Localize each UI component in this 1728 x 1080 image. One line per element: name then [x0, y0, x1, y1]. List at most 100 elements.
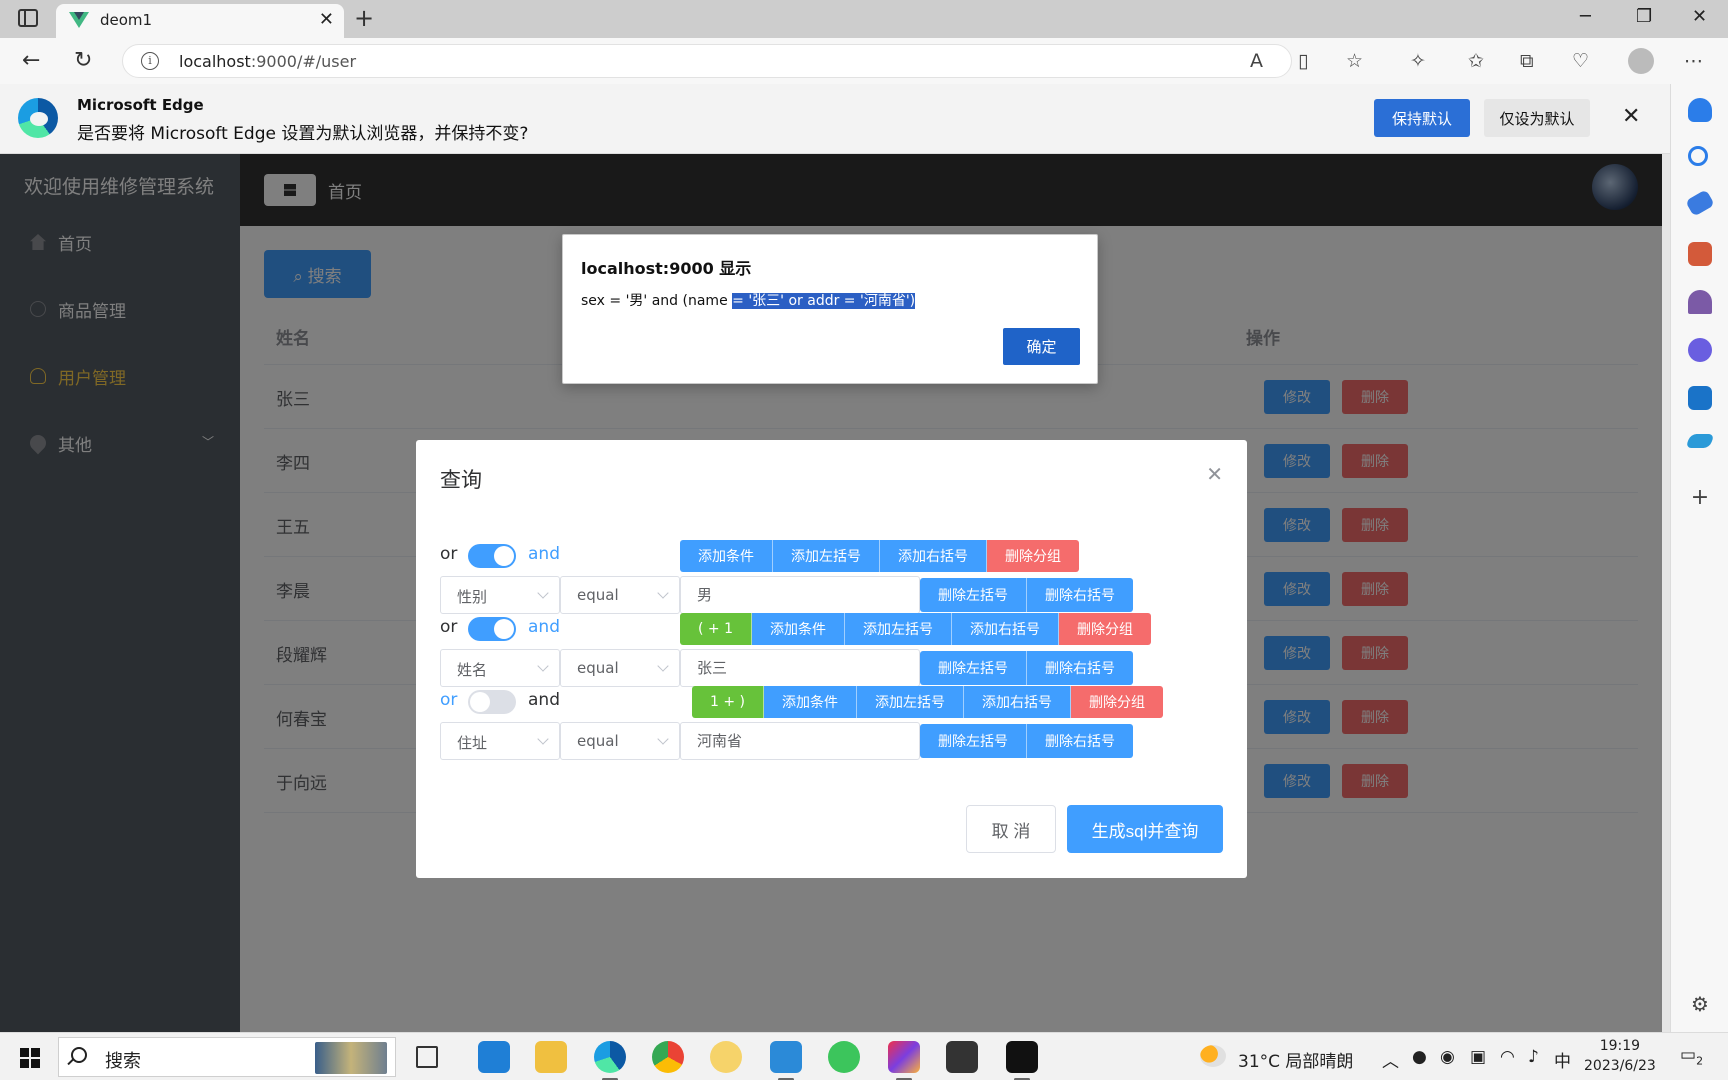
and-or-switch[interactable]: [468, 544, 516, 568]
chevron-down-icon: [657, 733, 669, 745]
operator-select[interactable]: equal: [560, 576, 680, 614]
chevron-up-icon[interactable]: ︿: [1382, 1047, 1399, 1072]
left-paren-tag[interactable]: ( + 1: [680, 613, 752, 645]
minimize-icon[interactable]: ─: [1580, 6, 1591, 27]
app-tray-icon[interactable]: ▣: [1470, 1047, 1486, 1067]
generate-sql-button[interactable]: 生成sql并查询: [1067, 805, 1223, 853]
close-tab-icon[interactable]: ✕: [319, 9, 334, 30]
weather-text[interactable]: 31°C 局部晴朗: [1238, 1047, 1353, 1072]
value-input[interactable]: 男: [680, 576, 920, 614]
back-icon[interactable]: ←: [22, 48, 40, 73]
chevron-down-icon: [537, 733, 549, 745]
profile-avatar-icon[interactable]: [1628, 48, 1654, 74]
search-sidebar-icon[interactable]: [1688, 146, 1708, 166]
send-icon[interactable]: [1685, 434, 1715, 448]
notification-icon[interactable]: ▭2: [1680, 1045, 1703, 1067]
and-label: and: [528, 617, 560, 637]
value-input[interactable]: 河南省: [680, 722, 920, 760]
delete-right-paren-button[interactable]: 删除右括号: [1027, 724, 1133, 758]
field-select[interactable]: 姓名: [440, 649, 560, 687]
new-tab-icon[interactable]: +: [354, 4, 374, 32]
delete-left-paren-button[interactable]: 删除左括号: [920, 578, 1027, 612]
delete-left-paren-button[interactable]: 删除左括号: [920, 651, 1027, 685]
split-screen-icon[interactable]: ▯: [1298, 50, 1308, 72]
and-or-switch[interactable]: [468, 617, 516, 641]
operator-select[interactable]: equal: [560, 722, 680, 760]
field-select[interactable]: 住址: [440, 722, 560, 760]
and-or-switch[interactable]: [468, 690, 516, 714]
dev-tool-app-icon[interactable]: [946, 1041, 978, 1073]
close-window-icon[interactable]: ✕: [1692, 6, 1707, 27]
restore-icon[interactable]: ❐: [1636, 6, 1652, 27]
refresh-icon[interactable]: ↻: [74, 48, 92, 73]
default-browser-banner: Microsoft Edge 是否要将 Microsoft Edge 设置为默认…: [0, 84, 1670, 154]
set-default-only-button[interactable]: 仅设为默认: [1484, 99, 1590, 137]
site-info-icon[interactable]: i: [141, 52, 159, 70]
tab-actions-icon[interactable]: [18, 9, 38, 27]
vscode-app-icon[interactable]: [770, 1041, 802, 1080]
microphone-icon[interactable]: ●: [1412, 1047, 1427, 1067]
group-actions: 1 + ) 添加条件 添加左括号 添加右括号 删除分组: [692, 686, 1163, 718]
taskbar-clock[interactable]: 19:19 2023/6/23: [1584, 1036, 1656, 1076]
delete-left-paren-button[interactable]: 删除左括号: [920, 724, 1027, 758]
keep-default-button[interactable]: 保持默认: [1374, 99, 1470, 137]
terminal-app-icon[interactable]: [1006, 1041, 1038, 1080]
cancel-button[interactable]: 取 消: [966, 805, 1056, 853]
right-paren-tag[interactable]: 1 + ): [692, 686, 764, 718]
value-input[interactable]: 张三: [680, 649, 920, 687]
shopping-tag-icon[interactable]: [1685, 189, 1715, 217]
add-condition-button[interactable]: 添加条件: [680, 540, 773, 572]
tools-briefcase-icon[interactable]: [1688, 242, 1712, 266]
read-aloud-icon[interactable]: A: [1250, 50, 1263, 72]
delete-group-button[interactable]: 删除分组: [987, 540, 1079, 572]
operator-select[interactable]: equal: [560, 649, 680, 687]
mail-app-icon[interactable]: [478, 1041, 510, 1073]
more-options-icon[interactable]: ⋯: [1684, 50, 1703, 72]
file-explorer-icon[interactable]: [535, 1041, 567, 1073]
qq-tray-icon[interactable]: ◉: [1440, 1047, 1455, 1067]
delete-right-paren-button[interactable]: 删除右括号: [1027, 651, 1133, 685]
wechat-app-icon[interactable]: [828, 1041, 860, 1073]
add-condition-button[interactable]: 添加条件: [764, 686, 857, 718]
wifi-icon[interactable]: ◠: [1500, 1047, 1515, 1067]
delete-group-button[interactable]: 删除分组: [1071, 686, 1163, 718]
collections-icon[interactable]: ⧉: [1520, 50, 1534, 72]
add-right-paren-button[interactable]: 添加右括号: [952, 613, 1059, 645]
chrome-app-icon[interactable]: [652, 1041, 684, 1073]
outlook-icon[interactable]: [1688, 386, 1712, 410]
alert-selected-text[interactable]: = '张三' or addr = '河南省'): [732, 293, 916, 309]
edge-app-icon[interactable]: [594, 1041, 626, 1080]
favorite-star-icon[interactable]: ☆: [1346, 50, 1363, 72]
weather-icon[interactable]: [1200, 1045, 1226, 1067]
add-left-paren-button[interactable]: 添加左括号: [845, 613, 952, 645]
add-condition-button[interactable]: 添加条件: [752, 613, 845, 645]
condition-row: 姓名 equal 张三 删除左括号 删除右括号: [440, 649, 1230, 687]
intellij-app-icon[interactable]: [888, 1041, 920, 1080]
favorites-icon[interactable]: ✩: [1468, 50, 1484, 72]
ime-indicator[interactable]: 中: [1554, 1047, 1571, 1072]
add-sidebar-icon[interactable]: +: [1688, 486, 1712, 510]
games-icon[interactable]: [1688, 290, 1712, 314]
baidu-netdisk-icon[interactable]: [710, 1041, 742, 1073]
field-select[interactable]: 性别: [440, 576, 560, 614]
sidebar-settings-icon[interactable]: ⚙: [1688, 992, 1712, 1016]
dialog-close-icon[interactable]: ✕: [1206, 462, 1223, 486]
windows-start-icon[interactable]: [20, 1048, 40, 1068]
add-left-paren-button[interactable]: 添加左括号: [773, 540, 880, 572]
add-left-paren-button[interactable]: 添加左括号: [857, 686, 964, 718]
delete-right-paren-button[interactable]: 删除右括号: [1027, 578, 1133, 612]
browser-essentials-icon[interactable]: ♡: [1572, 50, 1589, 72]
task-view-icon[interactable]: [416, 1046, 438, 1068]
add-right-paren-button[interactable]: 添加右括号: [880, 540, 987, 572]
copilot-icon[interactable]: [1688, 338, 1712, 362]
alert-ok-button[interactable]: 确定: [1003, 328, 1080, 365]
add-right-paren-button[interactable]: 添加右括号: [964, 686, 1071, 718]
banner-close-icon[interactable]: ✕: [1622, 104, 1640, 129]
taskbar-search[interactable]: 搜索: [58, 1037, 396, 1077]
delete-group-button[interactable]: 删除分组: [1059, 613, 1151, 645]
url-field[interactable]: i localhost:9000/#/user: [122, 44, 1292, 78]
extensions-icon[interactable]: ✧: [1410, 50, 1426, 72]
bell-icon[interactable]: [1688, 98, 1712, 122]
browser-tab[interactable]: deom1 ✕: [56, 4, 344, 38]
volume-icon[interactable]: ♪: [1528, 1047, 1539, 1067]
